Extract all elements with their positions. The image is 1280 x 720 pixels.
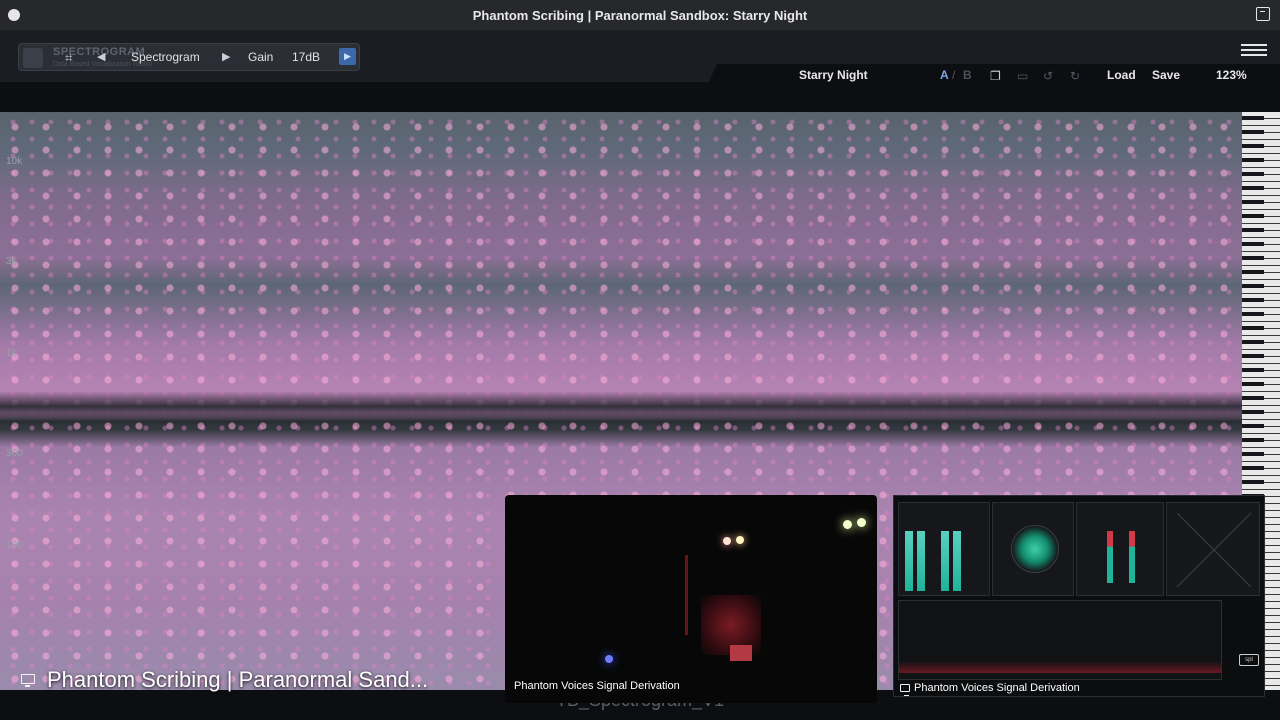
meter-panel (898, 502, 990, 596)
meters-tile[interactable]: spl Phantom Voices Signal Derivation (893, 495, 1265, 697)
camera-tile-label: Phantom Voices Signal Derivation (514, 680, 680, 692)
freq-label: 1k (6, 348, 17, 359)
freq-label: 100 (6, 540, 23, 551)
ab-a-button[interactable]: A (940, 68, 949, 82)
analyzer-curve (899, 661, 1221, 673)
light-dot (605, 655, 613, 663)
screen-share-icon (21, 674, 35, 687)
paste-icon[interactable]: ▭ (1017, 69, 1028, 83)
analyzer-panel (898, 600, 1222, 680)
light-dot (843, 520, 852, 529)
save-button[interactable]: Save (1152, 68, 1180, 82)
level-bar (1107, 531, 1113, 583)
level-bar (941, 531, 949, 591)
meter-panel (1076, 502, 1164, 596)
level-bar (953, 531, 961, 591)
light-dot (857, 518, 866, 527)
copy-icon[interactable]: ❐ (990, 69, 1001, 83)
meter-panel (1166, 502, 1260, 596)
previous-view-icon[interactable]: ◀ (97, 50, 105, 63)
preset-name[interactable]: Starry Night (799, 68, 868, 82)
plugin-toolbar: SPECTROGRAM Data Based Visualization Too… (0, 30, 1280, 112)
undo-icon[interactable]: ↺ (1043, 69, 1053, 83)
equipment-shape (730, 645, 752, 661)
equipment-shape (685, 555, 688, 635)
goniometer (1011, 525, 1059, 573)
plugin-logo-icon (23, 48, 43, 68)
spl-logo: spl (1239, 654, 1259, 666)
title-bar: Phantom Scribing | Paranormal Sandbox: S… (0, 0, 1280, 31)
main-screen-label: Phantom Scribing | Paranormal Sand... (47, 667, 429, 692)
window-title: Phantom Scribing | Paranormal Sandbox: S… (472, 8, 808, 23)
gain-label: Gain (248, 50, 274, 64)
gain-value[interactable]: 17dB (292, 50, 320, 64)
freq-label: 3k (6, 256, 17, 267)
view-selector-pill: SPECTROGRAM Data Based Visualization Too… (18, 43, 360, 71)
play-icon[interactable]: ▶ (339, 48, 356, 65)
load-button[interactable]: Load (1107, 68, 1136, 82)
ab-b-button[interactable]: B (963, 68, 972, 82)
meters-tile-label: Phantom Voices Signal Derivation (914, 682, 1080, 694)
ab-separator: / (952, 68, 956, 82)
level-bar (917, 531, 925, 591)
meter-panel (992, 502, 1074, 596)
restore-window-icon[interactable] (1256, 7, 1270, 21)
zoom-level[interactable]: 123% (1216, 68, 1247, 82)
freq-label: 300 (6, 448, 23, 459)
light-dot (736, 536, 744, 544)
view-name[interactable]: Spectrogram (131, 50, 200, 64)
camera-tile[interactable]: Phantom Voices Signal Derivation (505, 495, 877, 703)
light-dot (723, 537, 731, 545)
spectrogram-dark-band (0, 391, 1242, 425)
level-bar (905, 531, 913, 591)
screen-share-icon (900, 684, 910, 696)
next-view-icon[interactable]: ▶ (222, 50, 230, 63)
menu-icon[interactable] (1241, 44, 1267, 56)
level-bar (1129, 531, 1135, 583)
freq-label: 10k (6, 156, 23, 167)
crop-icon[interactable]: ⌗ (65, 50, 72, 66)
vectorscope (1177, 513, 1251, 587)
toolbar-wedge (695, 64, 1280, 112)
redo-icon[interactable]: ↻ (1070, 69, 1080, 83)
